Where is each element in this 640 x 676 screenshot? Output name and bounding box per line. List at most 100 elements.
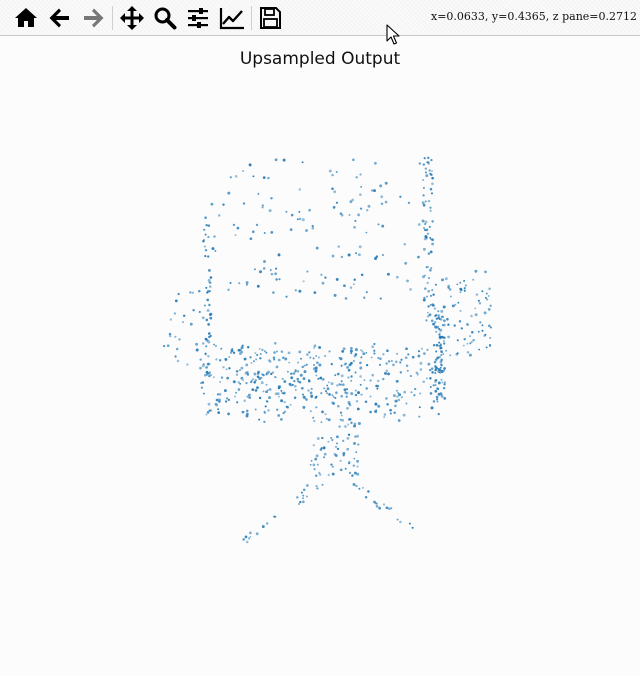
cloud-point — [302, 497, 304, 500]
cloud-point — [462, 344, 465, 347]
cloud-point — [324, 276, 327, 279]
cloud-point — [323, 387, 326, 390]
cloud-point — [300, 491, 303, 494]
zoom-button[interactable] — [150, 3, 180, 33]
cloud-point — [245, 281, 249, 285]
cloud-point — [206, 290, 210, 293]
cloud-point — [356, 472, 360, 476]
cloud-point — [376, 379, 380, 383]
forward-button[interactable] — [78, 3, 108, 33]
cloud-point — [254, 352, 257, 355]
cloud-point — [440, 309, 444, 313]
cloud-point — [315, 484, 318, 488]
cloud-point — [333, 190, 337, 194]
cloud-point — [166, 344, 170, 348]
cloud-point — [427, 162, 430, 165]
cloud-point — [470, 340, 473, 343]
cloud-point — [338, 383, 341, 385]
cloud-point — [379, 357, 382, 361]
cloud-point — [201, 381, 205, 384]
cloud-point — [357, 391, 360, 395]
floppy-disk-icon — [260, 7, 281, 29]
cloud-point — [296, 218, 299, 221]
cloud-point — [241, 410, 244, 414]
cloud-point — [204, 255, 207, 258]
pan-button[interactable] — [117, 3, 147, 33]
cloud-point — [472, 278, 475, 281]
cloud-point — [380, 195, 384, 199]
cloud-point — [332, 206, 336, 209]
back-button[interactable] — [45, 3, 75, 33]
cloud-point — [468, 353, 472, 357]
cloud-point — [276, 408, 279, 411]
cloud-point — [336, 372, 340, 376]
cloud-point — [296, 369, 300, 373]
configure-button[interactable] — [183, 3, 213, 33]
cloud-point — [281, 377, 284, 380]
cloud-point — [405, 347, 408, 351]
cloud-point — [312, 444, 315, 447]
cloud-point — [425, 377, 428, 380]
cloud-point — [435, 343, 439, 347]
cloud-point — [263, 260, 266, 263]
cloud-point — [328, 169, 332, 173]
cloud-point — [228, 356, 231, 358]
cloud-point — [430, 319, 434, 323]
cloud-point — [219, 359, 222, 362]
cloud-point — [431, 238, 434, 242]
cloud-point — [443, 342, 446, 345]
cloud-point — [256, 284, 260, 288]
cloud-point — [395, 360, 398, 364]
cloud-point — [239, 369, 241, 372]
cloud-point — [309, 391, 313, 395]
point-cloud-plot[interactable] — [0, 37, 640, 676]
cloud-point — [247, 393, 251, 397]
figure-canvas[interactable]: Upsampled Output — [0, 37, 640, 676]
cloud-point — [257, 192, 260, 195]
cloud-point — [331, 394, 334, 397]
cloud-point — [268, 360, 272, 363]
cloud-point — [240, 366, 244, 370]
cloud-point — [232, 351, 236, 354]
cloud-point — [258, 418, 261, 421]
cloud-point — [217, 411, 221, 414]
cloud-point — [275, 350, 278, 353]
cloud-point — [384, 200, 388, 204]
cloud-point — [429, 206, 432, 209]
cloud-point — [335, 454, 338, 457]
cloud-point — [352, 359, 356, 363]
cloud-point — [207, 255, 210, 258]
cloud-point — [312, 416, 315, 419]
cloud-point — [254, 408, 257, 411]
cloud-point — [321, 281, 325, 285]
cloud-point — [318, 345, 321, 349]
cloud-point — [429, 250, 433, 254]
cloud-point — [369, 379, 372, 382]
cloud-point — [240, 376, 244, 380]
home-button[interactable] — [11, 3, 41, 33]
cloud-point — [359, 173, 362, 176]
cloud-point — [340, 383, 343, 386]
cloud-point — [267, 409, 270, 412]
save-button[interactable] — [255, 3, 285, 33]
cloud-point — [284, 357, 288, 361]
cloud-point — [439, 344, 442, 347]
cloud-point — [437, 381, 441, 385]
cloud-point — [438, 317, 441, 321]
cloud-point — [331, 472, 335, 476]
cloud-point — [313, 419, 316, 423]
cloud-point — [302, 377, 306, 381]
cloud-point — [402, 413, 406, 417]
cloud-point — [456, 339, 459, 342]
cloud-point — [429, 209, 432, 212]
cloud-point — [208, 374, 211, 378]
cloud-point — [348, 471, 352, 475]
cloud-point — [430, 367, 434, 370]
edit-axis-button[interactable] — [217, 3, 247, 33]
cloud-point — [280, 399, 284, 403]
cloud-point — [360, 185, 363, 188]
cloud-point — [379, 297, 382, 300]
cloud-point — [296, 377, 300, 381]
cloud-point — [443, 323, 446, 327]
cloud-point — [439, 347, 442, 350]
